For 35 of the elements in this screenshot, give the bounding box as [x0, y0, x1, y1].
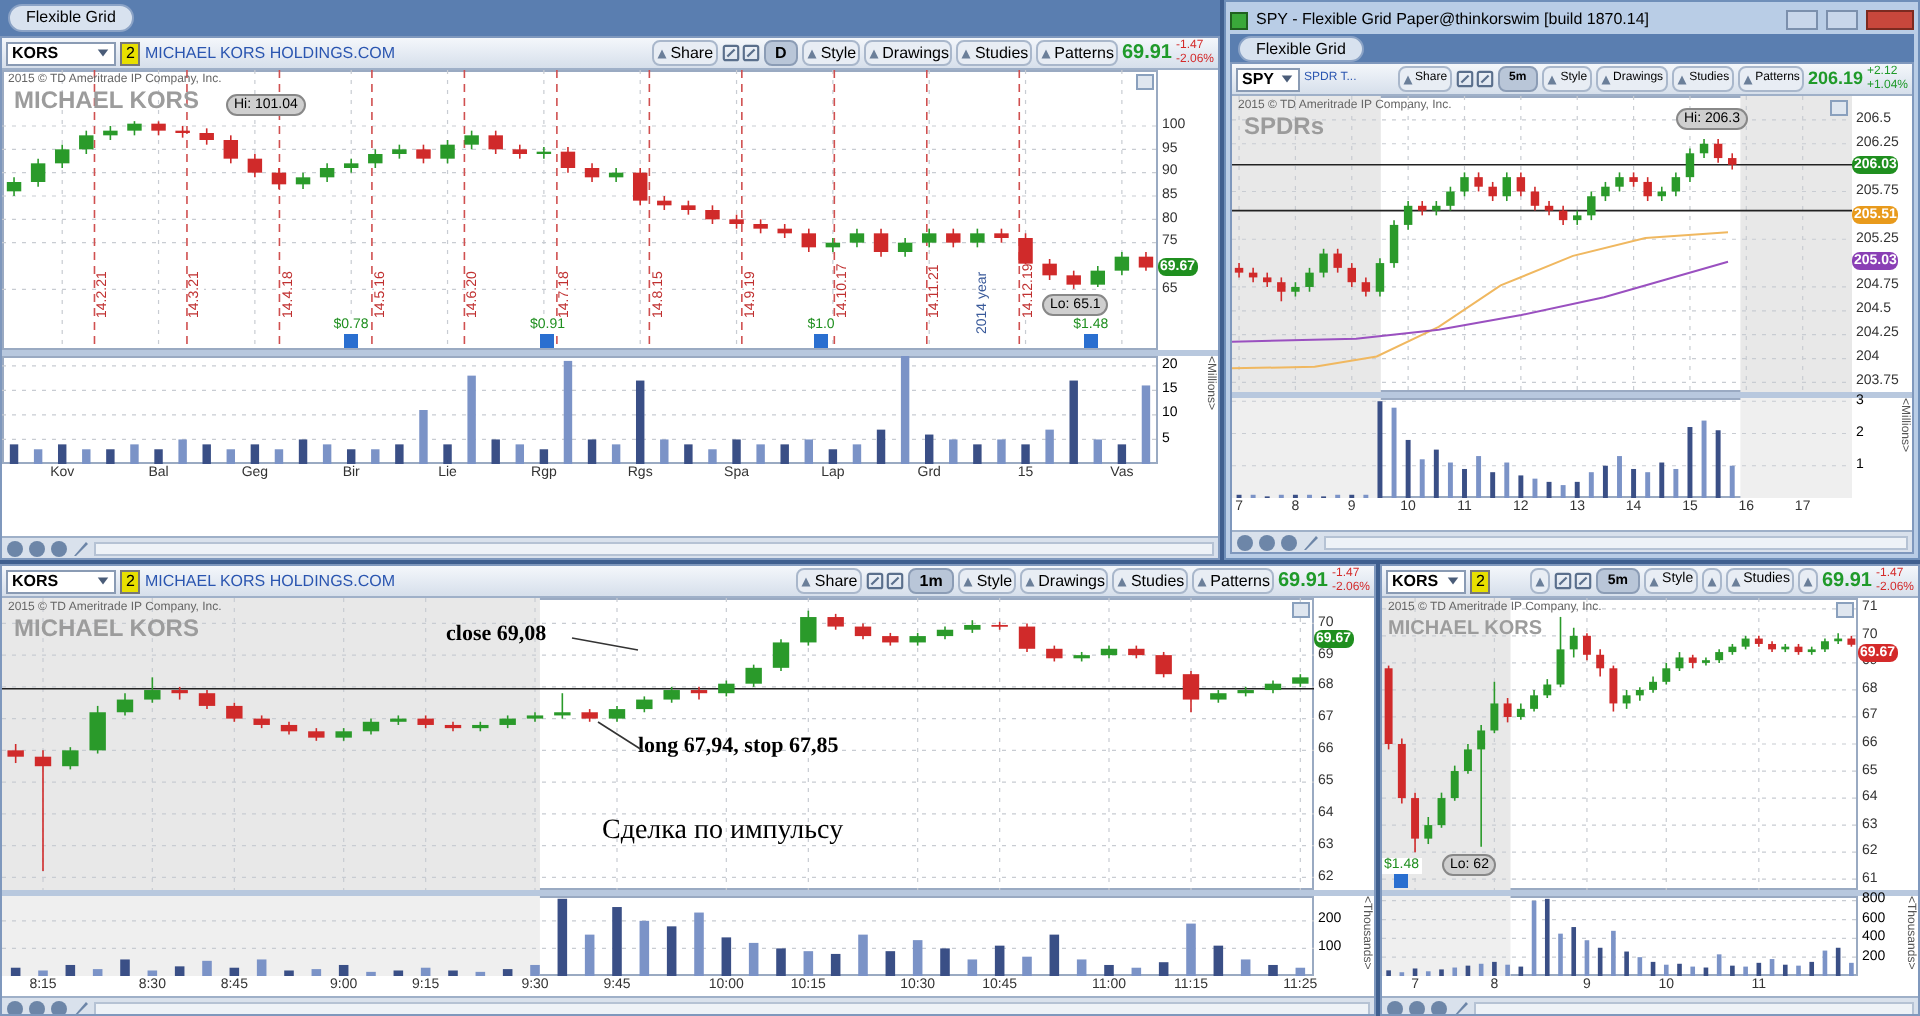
- company-logo: MICHAEL KORS: [14, 616, 199, 642]
- last-price: 69.91: [1277, 568, 1328, 596]
- studies-button[interactable]: Studies: [1112, 568, 1189, 594]
- company-link[interactable]: MICHAEL KORS HOLDINGS.COM: [144, 569, 396, 593]
- company-logo: MICHAEL KORS: [14, 88, 199, 114]
- style-button[interactable]: Style: [802, 40, 861, 66]
- grid-tab[interactable]: Flexible Grid: [8, 4, 134, 32]
- share-button[interactable]: Share: [796, 568, 862, 594]
- drawings-button[interactable]: Drawings: [864, 40, 953, 66]
- annotation-caption: Сделка по импульсу: [602, 814, 844, 850]
- last-price: 206.19: [1807, 65, 1863, 92]
- company-logo: SPDRs: [1244, 114, 1325, 140]
- grid-tab[interactable]: Flexible Grid: [1238, 35, 1364, 61]
- company-link[interactable]: MICHAEL KORS HOLDINGS.COM: [144, 41, 396, 65]
- last-price: 69.91: [1821, 568, 1872, 596]
- link-badge[interactable]: 2: [120, 569, 141, 593]
- timeframe-button[interactable]: D: [763, 40, 799, 66]
- annotation-note: close 69,08: [446, 620, 547, 650]
- company-logo: MICHAEL KORS: [1388, 616, 1543, 642]
- window-title: SPY - Flexible Grid Paper@thinkorswim [build 1870.14]: [1256, 8, 1652, 32]
- link-badge[interactable]: 2: [1470, 569, 1491, 593]
- link-badge[interactable]: 2: [120, 41, 141, 65]
- style-button[interactable]: Style: [958, 568, 1017, 594]
- patterns-button[interactable]: Patterns: [1192, 568, 1274, 594]
- symbol-field[interactable]: SPY: [1236, 67, 1300, 91]
- drawings-button[interactable]: Drawings: [1020, 568, 1109, 594]
- symbol-field[interactable]: KORS: [6, 569, 116, 593]
- last-price: 69.91: [1121, 40, 1172, 68]
- share-button[interactable]: Share: [652, 40, 718, 66]
- patterns-button[interactable]: Patterns: [1036, 40, 1118, 66]
- symbol-field[interactable]: KORS: [1386, 569, 1466, 593]
- timeframe-button[interactable]: 1m: [907, 568, 955, 594]
- studies-button[interactable]: Studies: [956, 40, 1033, 66]
- symbol-field[interactable]: KORS: [6, 41, 116, 65]
- annotation-note: long 67,94, stop 67,85: [638, 732, 839, 762]
